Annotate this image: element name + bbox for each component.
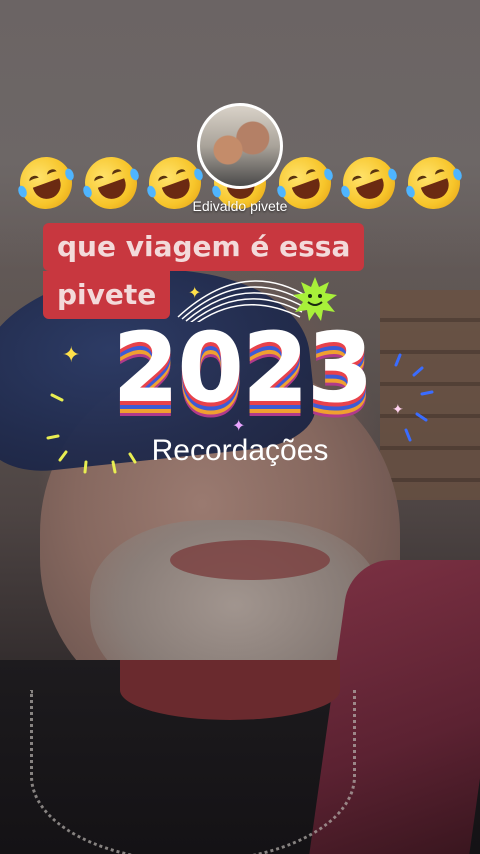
recap-label[interactable]: Recordações — [0, 434, 480, 468]
background-chain — [30, 690, 356, 854]
sparkle-icon: ✦ — [188, 283, 202, 302]
user-avatar[interactable] — [197, 103, 283, 189]
background-mouth — [170, 540, 330, 580]
story-viewer[interactable]: Edivaldo pivete que viagem é essa pivete… — [0, 0, 480, 854]
username-label[interactable]: Edivaldo pivete — [0, 198, 480, 214]
year-sticker[interactable]: 2023 — [92, 312, 392, 424]
